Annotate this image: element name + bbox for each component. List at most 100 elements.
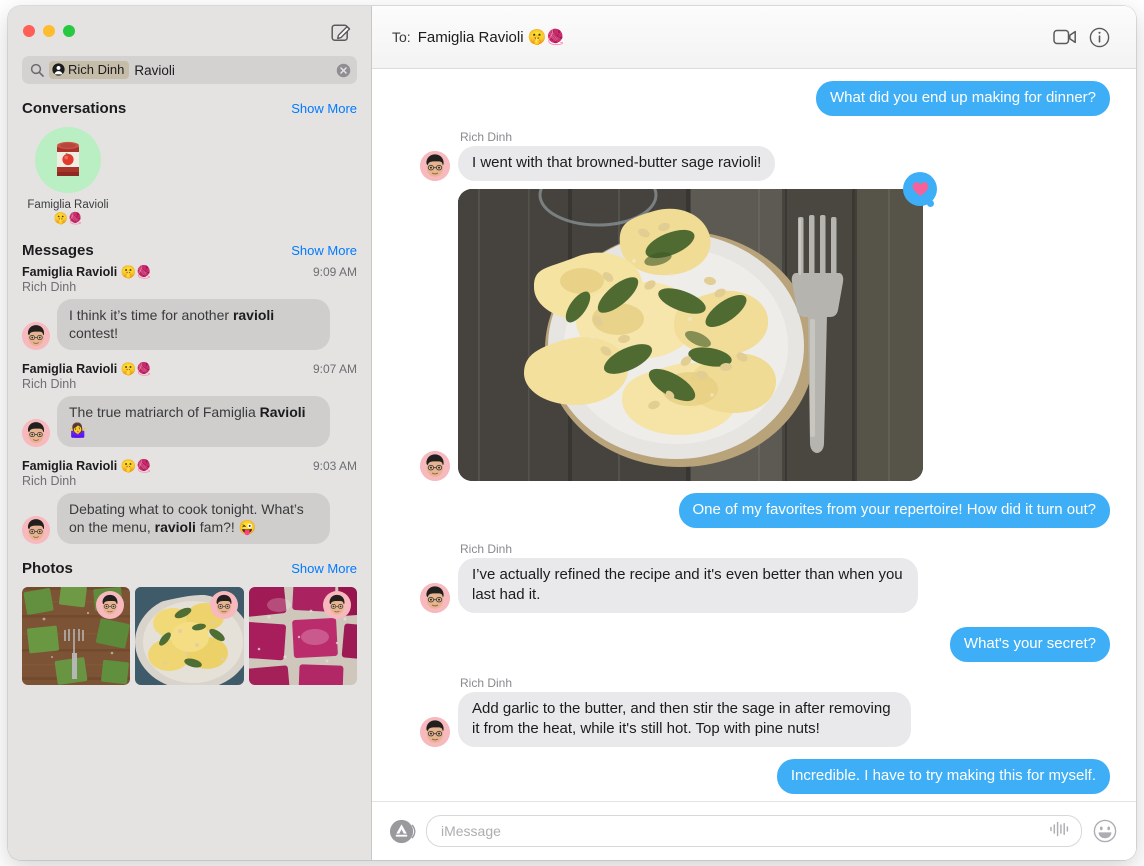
window-controls: [23, 25, 75, 37]
message-result-sender: Rich Dinh: [22, 474, 77, 488]
message-result-time: 9:07 AM: [312, 362, 357, 376]
message-text-after: contest!: [69, 325, 119, 341]
zoom-button[interactable]: [63, 25, 75, 37]
message-bubble[interactable]: What's your secret?: [949, 627, 1110, 662]
search-bar-container: Rich Dinh Ravioli: [8, 56, 371, 84]
sidebar: Rich Dinh Ravioli Conversations Show Mor…: [8, 6, 372, 860]
message-result-item[interactable]: Famiglia Ravioli 🤫🧶 9:07 AM Rich Dinh Th…: [8, 360, 371, 457]
search-icon: [30, 63, 44, 77]
sidebar-titlebar: [8, 6, 371, 56]
messages-window: Rich Dinh Ravioli Conversations Show Mor…: [8, 6, 1136, 860]
memoji-icon: [211, 592, 237, 618]
message-text-after: fam?! 😜: [195, 519, 257, 535]
message-row-incoming: I’ve actually refined the recipe and it'…: [420, 558, 1110, 613]
audio-waveform-icon: [1050, 821, 1069, 836]
message-group-incoming: Rich Dinh I went with that browned-butte…: [398, 130, 1110, 181]
ravioli-dinner-photo: [458, 189, 923, 481]
message-bubble[interactable]: What did you end up making for dinner?: [816, 81, 1110, 116]
message-text-before: I think it’s time for another: [69, 307, 233, 323]
clear-circle-icon: [336, 63, 351, 77]
message-text-after: 🤷‍♀️: [69, 422, 87, 438]
message-row-outgoing: What's your secret?: [398, 627, 1110, 662]
show-more-conversations[interactable]: Show More: [291, 101, 357, 116]
photo-sender-avatar: [209, 591, 238, 619]
message-result-time: 9:03 AM: [312, 459, 357, 473]
avatar: [420, 451, 450, 481]
section-title-conversations: Conversations: [22, 100, 127, 117]
app-store-icon: [389, 819, 415, 843]
search-input[interactable]: Ravioli: [134, 63, 331, 78]
message-result-item[interactable]: Famiglia Ravioli 🤫🧶 9:03 AM Rich Dinh De…: [8, 457, 371, 554]
message-bubble[interactable]: I’ve actually refined the recipe and it'…: [458, 558, 918, 613]
search-clear-button[interactable]: [336, 63, 351, 78]
avatar: [22, 419, 50, 447]
avatar: [22, 516, 50, 544]
memoji-icon: [420, 717, 450, 747]
message-row-outgoing: Incredible. I have to try making this fo…: [398, 759, 1110, 794]
section-title-messages: Messages: [22, 242, 94, 259]
memoji-icon: [22, 516, 50, 544]
message-result-conversation: Famiglia Ravioli 🤫🧶: [22, 459, 152, 473]
message-sender-name: Rich Dinh: [460, 676, 513, 690]
message-row-incoming: Add garlic to the butter, and then stir …: [420, 692, 1110, 747]
heart-icon: [912, 182, 928, 196]
recipient-name[interactable]: Famiglia Ravioli 🤫🧶: [418, 28, 565, 46]
avatar: [420, 717, 450, 747]
photo-sender-avatar: [322, 591, 351, 619]
message-bubble[interactable]: I went with that browned-butter sage rav…: [458, 146, 776, 181]
emoji-picker-button[interactable]: [1092, 818, 1118, 844]
info-circle-icon: [1089, 27, 1109, 47]
conversation-name: Famiglia Ravioli 🤫🧶: [27, 199, 109, 225]
details-button[interactable]: [1082, 22, 1116, 52]
message-input-bar: iMessage: [372, 801, 1136, 860]
canned-food-icon: [44, 136, 92, 184]
message-group-incoming: Rich Dinh Add garlic to the butter, and …: [398, 676, 1110, 747]
message-bubble[interactable]: One of my favorites from your repertoire…: [678, 493, 1110, 528]
show-more-messages[interactable]: Show More: [291, 243, 357, 258]
photo-thumbnail[interactable]: [135, 587, 243, 685]
section-header-conversations: Conversations Show More: [8, 94, 371, 121]
message-result-sender: Rich Dinh: [22, 377, 77, 391]
photos-list: [8, 581, 371, 699]
message-list[interactable]: What did you end up making for dinner? R…: [372, 69, 1136, 801]
emoji-smiley-icon: [1093, 819, 1117, 843]
message-text-match: Ravioli: [259, 404, 306, 420]
photo-thumbnail[interactable]: [249, 587, 357, 685]
to-label: To:: [392, 29, 411, 45]
sidebar-results[interactable]: Conversations Show More Famiglia Ravioli…: [8, 84, 371, 860]
section-header-messages: Messages Show More: [8, 236, 371, 263]
facetime-button[interactable]: [1048, 22, 1082, 52]
message-row-photo: [420, 172, 1110, 481]
search-token-person[interactable]: Rich Dinh: [49, 61, 130, 79]
conversation-item[interactable]: Famiglia Ravioli 🤫🧶: [22, 127, 114, 226]
close-button[interactable]: [23, 25, 35, 37]
show-more-photos[interactable]: Show More: [291, 561, 357, 576]
message-result-item[interactable]: Famiglia Ravioli 🤫🧶 9:09 AM Rich Dinh I …: [8, 263, 371, 360]
conversation-pane: To: Famiglia Ravioli 🤫🧶 What did you end…: [372, 6, 1136, 860]
message-bubble[interactable]: Add garlic to the butter, and then stir …: [458, 692, 911, 747]
message-result-time: 9:09 AM: [312, 265, 357, 279]
conversations-list: Famiglia Ravioli 🤫🧶: [8, 121, 371, 236]
message-row-outgoing: One of my favorites from your repertoire…: [398, 493, 1110, 528]
person-circle-icon: [52, 63, 65, 76]
message-row-outgoing: What did you end up making for dinner?: [398, 81, 1110, 116]
message-bubble[interactable]: Incredible. I have to try making this fo…: [776, 759, 1110, 794]
message-result-sender: Rich Dinh: [22, 280, 77, 294]
compose-button[interactable]: [329, 20, 353, 44]
imessage-input-field[interactable]: iMessage: [426, 815, 1082, 847]
apps-button[interactable]: [388, 817, 416, 845]
audio-message-button[interactable]: [1049, 821, 1069, 842]
message-group-incoming: Rich Dinh I’ve actually refined the reci…: [398, 542, 1110, 613]
memoji-icon: [97, 592, 123, 618]
message-result-bubble: The true matriarch of Famiglia Ravioli 🤷…: [57, 396, 330, 447]
tapback-heart[interactable]: [903, 172, 937, 207]
message-result-bubble: I think it’s time for another ravioli co…: [57, 299, 330, 350]
photo-attachment[interactable]: [458, 189, 923, 481]
message-result-conversation: Famiglia Ravioli 🤫🧶: [22, 362, 152, 376]
compose-icon: [330, 23, 350, 41]
minimize-button[interactable]: [43, 25, 55, 37]
section-title-photos: Photos: [22, 560, 73, 577]
avatar: [420, 583, 450, 613]
search-field[interactable]: Rich Dinh Ravioli: [22, 56, 357, 84]
photo-thumbnail[interactable]: [22, 587, 130, 685]
